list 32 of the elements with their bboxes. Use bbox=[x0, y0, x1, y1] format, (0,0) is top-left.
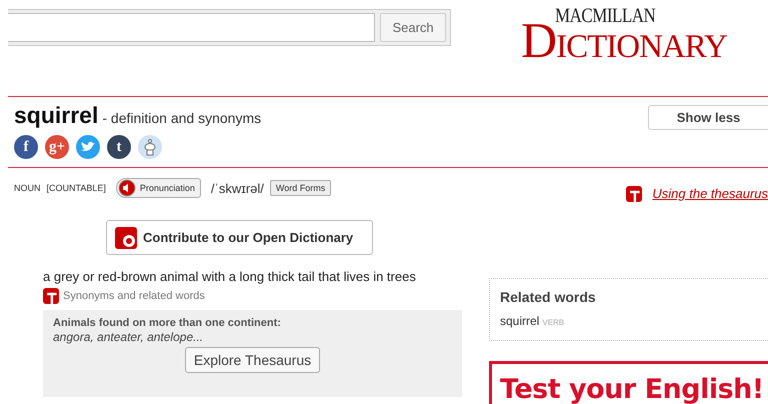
speaker-icon bbox=[118, 179, 136, 197]
word-forms-button[interactable]: Word Forms bbox=[270, 180, 332, 196]
definition-text: a grey or red-brown animal with a long thick tail that lives in trees bbox=[43, 269, 417, 284]
robot-share-icon[interactable] bbox=[138, 135, 162, 159]
share-button[interactable]: g+ bbox=[45, 135, 69, 159]
thesaurus-link[interactable]: Using the thesaurus bbox=[652, 186, 768, 201]
thesaurus-heading: Animals found on more than one continent: bbox=[53, 317, 282, 329]
thesaurus-icon bbox=[43, 288, 59, 304]
synonym-list: angora, anteater, antelope... bbox=[53, 330, 452, 344]
part-of-speech: NOUN bbox=[14, 183, 40, 193]
part-of-speech: VERB bbox=[542, 318, 564, 327]
logo-text: MACMILLAN bbox=[555, 6, 656, 24]
headword-subtitle: - definition and synonyms bbox=[102, 110, 262, 126]
contribute-button[interactable]: Contribute to our Open Dictionary bbox=[106, 220, 373, 255]
headword: squirrel bbox=[14, 102, 98, 129]
search-field[interactable] bbox=[8, 13, 376, 42]
synonyms-label: Synonyms and related words bbox=[63, 290, 205, 302]
related-word-link[interactable]: squirrel bbox=[500, 314, 540, 328]
search-button[interactable]: Search bbox=[380, 13, 446, 42]
show-less-button[interactable]: Show less bbox=[648, 105, 768, 130]
promo-title: Test your English! bbox=[500, 374, 765, 404]
explore-thesaurus-button[interactable]: Explore Thesaurus bbox=[184, 347, 320, 373]
pronunciation-text: /ˈskwɪrəl/ bbox=[210, 180, 264, 196]
grammar-label: [COUNTABLE] bbox=[46, 183, 106, 193]
pronunciation-button[interactable]: Pronunciation bbox=[116, 178, 201, 198]
contribute-icon bbox=[115, 226, 137, 248]
thesaurus-icon bbox=[626, 186, 642, 202]
logo-text: DICTIONARY bbox=[521, 23, 727, 64]
share-button[interactable]: t bbox=[107, 135, 131, 159]
share-button[interactable]: f bbox=[14, 135, 38, 159]
bird-share-icon[interactable] bbox=[76, 135, 100, 159]
related-words-title: Related words bbox=[500, 289, 597, 305]
